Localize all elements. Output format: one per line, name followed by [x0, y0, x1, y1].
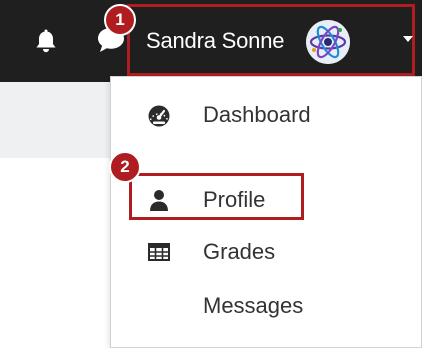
atom-avatar-icon [306, 20, 350, 64]
menu-item-label: Grades [203, 239, 276, 264]
menu-item-label: Messages [203, 293, 304, 318]
step-callout-badge: 1 [104, 4, 136, 36]
menu-item-dashboard[interactable]: Dashboard [111, 90, 421, 140]
user-icon [150, 190, 168, 211]
step-callout-badge: 2 [109, 151, 141, 183]
menu-item-label: Profile [203, 187, 266, 212]
menu-item-grades[interactable]: Grades [111, 227, 421, 277]
user-dropdown-menu: Dashboard Profile Grades Messages [110, 76, 422, 348]
user-name: Sandra Sonne [146, 28, 285, 53]
dashboard-gauge-icon [148, 105, 170, 127]
table-grid-icon [148, 243, 170, 261]
menu-item-label: Dashboard [203, 102, 311, 127]
menu-item-messages[interactable]: Messages [111, 281, 421, 331]
menu-item-profile[interactable]: Profile [111, 175, 421, 225]
caret-down-icon[interactable] [403, 36, 413, 42]
bell-icon[interactable] [34, 28, 58, 54]
user-menu-trigger[interactable]: Sandra Sonne [127, 4, 415, 76]
